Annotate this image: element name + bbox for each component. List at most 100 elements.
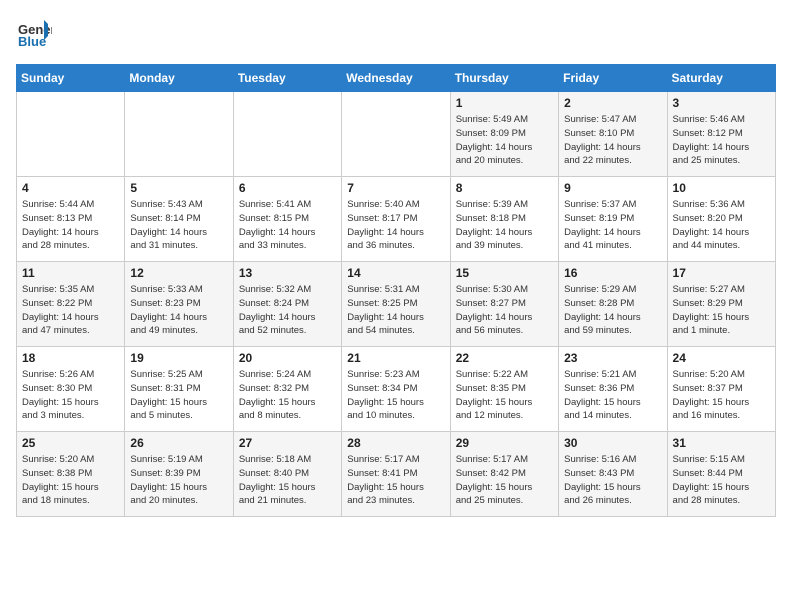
calendar-cell: 16 Sunrise: 5:29 AM Sunset: 8:28 PM Dayli…	[559, 262, 667, 347]
calendar-cell: 15 Sunrise: 5:30 AM Sunset: 8:27 PM Dayli…	[450, 262, 558, 347]
day-number: 4	[22, 181, 119, 195]
calendar-cell: 7 Sunrise: 5:40 AM Sunset: 8:17 PM Daylig…	[342, 177, 450, 262]
day-info: Sunrise: 5:49 AM Sunset: 8:09 PM Dayligh…	[456, 113, 553, 168]
day-info: Sunrise: 5:29 AM Sunset: 8:28 PM Dayligh…	[564, 283, 661, 338]
header-sunday: Sunday	[17, 65, 125, 92]
day-info: Sunrise: 5:25 AM Sunset: 8:31 PM Dayligh…	[130, 368, 227, 423]
calendar-cell: 14Sunrise: 5:31 AM Sunset: 8:25 PM Dayli…	[342, 262, 450, 347]
day-number: 13	[239, 266, 336, 280]
day-number: 25	[22, 436, 119, 450]
calendar-cell: 4 Sunrise: 5:44 AM Sunset: 8:13 PM Daylig…	[17, 177, 125, 262]
day-number: 22	[456, 351, 553, 365]
day-info: Sunrise: 5:32 AM Sunset: 8:24 PM Dayligh…	[239, 283, 336, 338]
calendar-cell: 25Sunrise: 5:20 AM Sunset: 8:38 PM Dayli…	[17, 432, 125, 517]
header-thursday: Thursday	[450, 65, 558, 92]
day-info: Sunrise: 5:16 AM Sunset: 8:43 PM Dayligh…	[564, 453, 661, 508]
day-info: Sunrise: 5:30 AM Sunset: 8:27 PM Dayligh…	[456, 283, 553, 338]
day-info: Sunrise: 5:24 AM Sunset: 8:32 PM Dayligh…	[239, 368, 336, 423]
day-number: 9	[564, 181, 661, 195]
day-info: Sunrise: 5:36 AM Sunset: 8:20 PM Dayligh…	[673, 198, 770, 253]
day-number: 31	[673, 436, 770, 450]
day-info: Sunrise: 5:44 AM Sunset: 8:13 PM Dayligh…	[22, 198, 119, 253]
calendar-cell: 2 Sunrise: 5:47 AM Sunset: 8:10 PM Daylig…	[559, 92, 667, 177]
day-number: 2	[564, 96, 661, 110]
day-info: Sunrise: 5:26 AM Sunset: 8:30 PM Dayligh…	[22, 368, 119, 423]
day-number: 8	[456, 181, 553, 195]
day-number: 21	[347, 351, 444, 365]
day-info: Sunrise: 5:47 AM Sunset: 8:10 PM Dayligh…	[564, 113, 661, 168]
day-info: Sunrise: 5:39 AM Sunset: 8:18 PM Dayligh…	[456, 198, 553, 253]
calendar-cell: 31 Sunrise: 5:15 AM Sunset: 8:44 PM Dayli…	[667, 432, 775, 517]
calendar-cell: 9Sunrise: 5:37 AM Sunset: 8:19 PM Daylig…	[559, 177, 667, 262]
day-number: 30	[564, 436, 661, 450]
day-info: Sunrise: 5:15 AM Sunset: 8:44 PM Dayligh…	[673, 453, 770, 508]
calendar-week-2: 4 Sunrise: 5:44 AM Sunset: 8:13 PM Daylig…	[17, 177, 776, 262]
calendar-week-1: 1 Sunrise: 5:49 AM Sunset: 8:09 PM Daylig…	[17, 92, 776, 177]
calendar-cell: 19Sunrise: 5:25 AM Sunset: 8:31 PM Dayli…	[125, 347, 233, 432]
calendar-cell: 30 Sunrise: 5:16 AM Sunset: 8:43 PM Dayli…	[559, 432, 667, 517]
day-info: Sunrise: 5:17 AM Sunset: 8:41 PM Dayligh…	[347, 453, 444, 508]
calendar-cell: 26Sunrise: 5:19 AM Sunset: 8:39 PM Dayli…	[125, 432, 233, 517]
calendar-cell: 21 Sunrise: 5:23 AM Sunset: 8:34 PM Dayli…	[342, 347, 450, 432]
calendar-cell: 24 Sunrise: 5:20 AM Sunset: 8:37 PM Dayli…	[667, 347, 775, 432]
day-info: Sunrise: 5:43 AM Sunset: 8:14 PM Dayligh…	[130, 198, 227, 253]
day-number: 27	[239, 436, 336, 450]
svg-text:Blue: Blue	[18, 34, 46, 49]
calendar-cell: 27 Sunrise: 5:18 AM Sunset: 8:40 PM Dayli…	[233, 432, 341, 517]
day-number: 16	[564, 266, 661, 280]
calendar-week-5: 25Sunrise: 5:20 AM Sunset: 8:38 PM Dayli…	[17, 432, 776, 517]
day-info: Sunrise: 5:17 AM Sunset: 8:42 PM Dayligh…	[456, 453, 553, 508]
calendar-cell: 20 Sunrise: 5:24 AM Sunset: 8:32 PM Dayli…	[233, 347, 341, 432]
day-number: 10	[673, 181, 770, 195]
calendar-cell: 3 Sunrise: 5:46 AM Sunset: 8:12 PM Daylig…	[667, 92, 775, 177]
day-number: 20	[239, 351, 336, 365]
day-number: 6	[239, 181, 336, 195]
day-info: Sunrise: 5:35 AM Sunset: 8:22 PM Dayligh…	[22, 283, 119, 338]
calendar-cell: 28 Sunrise: 5:17 AM Sunset: 8:41 PM Dayli…	[342, 432, 450, 517]
calendar-cell: 10 Sunrise: 5:36 AM Sunset: 8:20 PM Dayli…	[667, 177, 775, 262]
calendar-cell: 22 Sunrise: 5:22 AM Sunset: 8:35 PM Dayli…	[450, 347, 558, 432]
calendar-cell: 12Sunrise: 5:33 AM Sunset: 8:23 PM Dayli…	[125, 262, 233, 347]
calendar-cell: 29 Sunrise: 5:17 AM Sunset: 8:42 PM Dayli…	[450, 432, 558, 517]
day-info: Sunrise: 5:40 AM Sunset: 8:17 PM Dayligh…	[347, 198, 444, 253]
page-header: General Blue	[16, 16, 776, 52]
calendar-cell: 13 Sunrise: 5:32 AM Sunset: 8:24 PM Dayli…	[233, 262, 341, 347]
calendar-table: SundayMondayTuesdayWednesdayThursdayFrid…	[16, 64, 776, 517]
day-number: 15	[456, 266, 553, 280]
calendar-cell	[125, 92, 233, 177]
day-number: 24	[673, 351, 770, 365]
calendar-cell	[17, 92, 125, 177]
calendar-cell: 1 Sunrise: 5:49 AM Sunset: 8:09 PM Daylig…	[450, 92, 558, 177]
header-wednesday: Wednesday	[342, 65, 450, 92]
calendar-cell: 8 Sunrise: 5:39 AM Sunset: 8:18 PM Daylig…	[450, 177, 558, 262]
calendar-cell: 23 Sunrise: 5:21 AM Sunset: 8:36 PM Dayli…	[559, 347, 667, 432]
day-info: Sunrise: 5:31 AM Sunset: 8:25 PM Dayligh…	[347, 283, 444, 338]
day-number: 1	[456, 96, 553, 110]
day-info: Sunrise: 5:18 AM Sunset: 8:40 PM Dayligh…	[239, 453, 336, 508]
header-friday: Friday	[559, 65, 667, 92]
calendar-cell	[233, 92, 341, 177]
day-number: 28	[347, 436, 444, 450]
calendar-cell	[342, 92, 450, 177]
day-info: Sunrise: 5:22 AM Sunset: 8:35 PM Dayligh…	[456, 368, 553, 423]
day-info: Sunrise: 5:23 AM Sunset: 8:34 PM Dayligh…	[347, 368, 444, 423]
day-number: 3	[673, 96, 770, 110]
day-number: 7	[347, 181, 444, 195]
day-number: 11	[22, 266, 119, 280]
day-number: 5	[130, 181, 227, 195]
day-info: Sunrise: 5:46 AM Sunset: 8:12 PM Dayligh…	[673, 113, 770, 168]
day-number: 29	[456, 436, 553, 450]
logo-icon: General Blue	[16, 16, 52, 52]
day-info: Sunrise: 5:19 AM Sunset: 8:39 PM Dayligh…	[130, 453, 227, 508]
header-saturday: Saturday	[667, 65, 775, 92]
header-tuesday: Tuesday	[233, 65, 341, 92]
logo: General Blue	[16, 16, 52, 52]
header-monday: Monday	[125, 65, 233, 92]
calendar-cell: 18Sunrise: 5:26 AM Sunset: 8:30 PM Dayli…	[17, 347, 125, 432]
calendar-cell: 6Sunrise: 5:41 AM Sunset: 8:15 PM Daylig…	[233, 177, 341, 262]
day-number: 23	[564, 351, 661, 365]
day-info: Sunrise: 5:20 AM Sunset: 8:37 PM Dayligh…	[673, 368, 770, 423]
day-info: Sunrise: 5:21 AM Sunset: 8:36 PM Dayligh…	[564, 368, 661, 423]
calendar-header-row: SundayMondayTuesdayWednesdayThursdayFrid…	[17, 65, 776, 92]
calendar-cell: 11 Sunrise: 5:35 AM Sunset: 8:22 PM Dayli…	[17, 262, 125, 347]
